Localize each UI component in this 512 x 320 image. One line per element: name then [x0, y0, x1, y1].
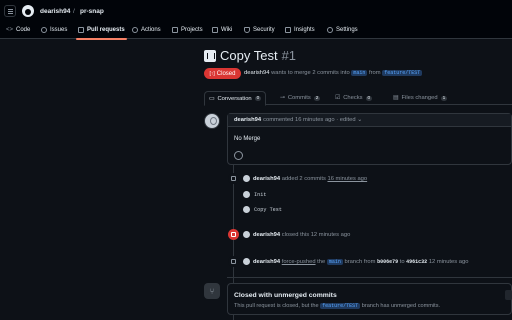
breadcrumb-separator: / [73, 8, 75, 15]
merge-status-box: Closed with unmerged commits This pull r… [227, 283, 512, 315]
comment-header: dearish94 commented 16 minutes ago · edi… [228, 114, 511, 127]
book-icon [212, 27, 218, 33]
chevron-down-icon[interactable]: ⌄ [356, 117, 362, 123]
global-header: dearish94 / pr-snap [0, 0, 512, 23]
menu-icon[interactable] [4, 5, 16, 17]
tab-actions[interactable]: Actions [132, 27, 161, 33]
smiley-icon[interactable] [234, 151, 243, 160]
base-branch[interactable]: main [351, 70, 368, 76]
pr-meta: dearish94 wants to merge 2 commits into … [244, 70, 423, 76]
avatar[interactable] [243, 191, 250, 198]
comment-box: dearish94 commented 16 minutes ago · edi… [227, 113, 512, 165]
table-icon [172, 27, 178, 33]
tab-settings[interactable]: Settings [327, 27, 358, 33]
edited-dropdown[interactable]: · edited [336, 117, 355, 123]
pr-title-text: Copy Test [220, 48, 278, 63]
pull-request-icon [204, 49, 216, 62]
merge-status-description: This pull request is closed, but the fea… [234, 303, 441, 309]
tab-pull-requests[interactable]: Pull requests [76, 27, 127, 40]
merge-status-title: Closed with unmerged commits [234, 292, 337, 299]
commit-icon: ⊸ [280, 95, 285, 101]
tab-projects[interactable]: Projects [172, 27, 203, 33]
head-branch[interactable]: feature/TEST [320, 303, 361, 309]
force-push-event: dearish94 force-pushed the main branch f… [253, 259, 469, 265]
pr-author-link[interactable]: dearish94 [244, 70, 269, 76]
pr-number: #1 [281, 48, 297, 63]
commit-push-icon [228, 173, 239, 184]
pull-request-icon [78, 27, 84, 33]
status-badge: [↑] Closed [204, 68, 241, 79]
tab-commits[interactable]: ⊸ Commits 2 [280, 91, 321, 105]
avatar[interactable] [204, 113, 220, 129]
tab-code[interactable]: <> Code [6, 27, 30, 33]
pr-tabs: ▭ Conversation 0 ⊸ Commits 2 ☑ Checks 0 ▤ Files… [204, 91, 512, 106]
comment-body: No Merge [234, 136, 261, 142]
repo-push-icon [228, 256, 239, 267]
avatar[interactable] [243, 206, 250, 213]
divider [227, 277, 512, 278]
commit-message[interactable]: Copy Test [254, 207, 282, 213]
play-icon [132, 27, 138, 33]
repo-nav: <> Code Issues Pull requests Actions Proj… [0, 23, 512, 40]
code-icon: <> [6, 27, 14, 33]
comment-author[interactable]: dearish94 [234, 117, 261, 123]
graph-icon [285, 27, 291, 33]
pull-request-closed-icon [228, 229, 239, 240]
breadcrumb-owner[interactable]: dearish94 [40, 8, 70, 15]
tab-wiki[interactable]: Wiki [212, 27, 232, 33]
pr-title: Copy Test #1 [204, 48, 296, 63]
tab-insights[interactable]: Insights [285, 27, 315, 33]
commits-added-event: dearish94 added 2 commits 16 minutes ago [253, 176, 368, 182]
tab-checks[interactable]: ☑ Checks 0 [335, 91, 373, 105]
tab-conversation[interactable]: ▭ Conversation 0 [204, 91, 267, 106]
closed-event: dearish94 closed this 12 minutes ago [253, 232, 351, 238]
avatar[interactable] [243, 231, 250, 238]
tab-security[interactable]: Security [244, 27, 275, 33]
tab-files-changed[interactable]: ▤ Files changed 1 [393, 91, 448, 105]
tab-issues[interactable]: Issues [41, 27, 67, 33]
comment-time[interactable]: commented 16 minutes ago [263, 117, 335, 123]
avatar[interactable] [243, 258, 250, 265]
gear-icon [327, 27, 333, 33]
scrollbar[interactable] [505, 290, 512, 300]
github-logo-icon[interactable] [22, 5, 34, 17]
pull-request-closed-icon: [↑] [209, 70, 215, 77]
issue-icon [41, 27, 47, 33]
file-diff-icon: ▤ [393, 95, 399, 101]
avatar[interactable] [243, 175, 250, 182]
git-merge-icon: ⑂ [204, 283, 220, 299]
commit-message[interactable]: Init [254, 192, 266, 198]
head-branch[interactable]: feature/TEST [382, 70, 423, 76]
comment-icon: ▭ [209, 95, 215, 102]
checklist-icon: ☑ [335, 95, 341, 101]
breadcrumb-repo[interactable]: pr-snap [80, 8, 104, 15]
shield-icon [244, 27, 250, 33]
